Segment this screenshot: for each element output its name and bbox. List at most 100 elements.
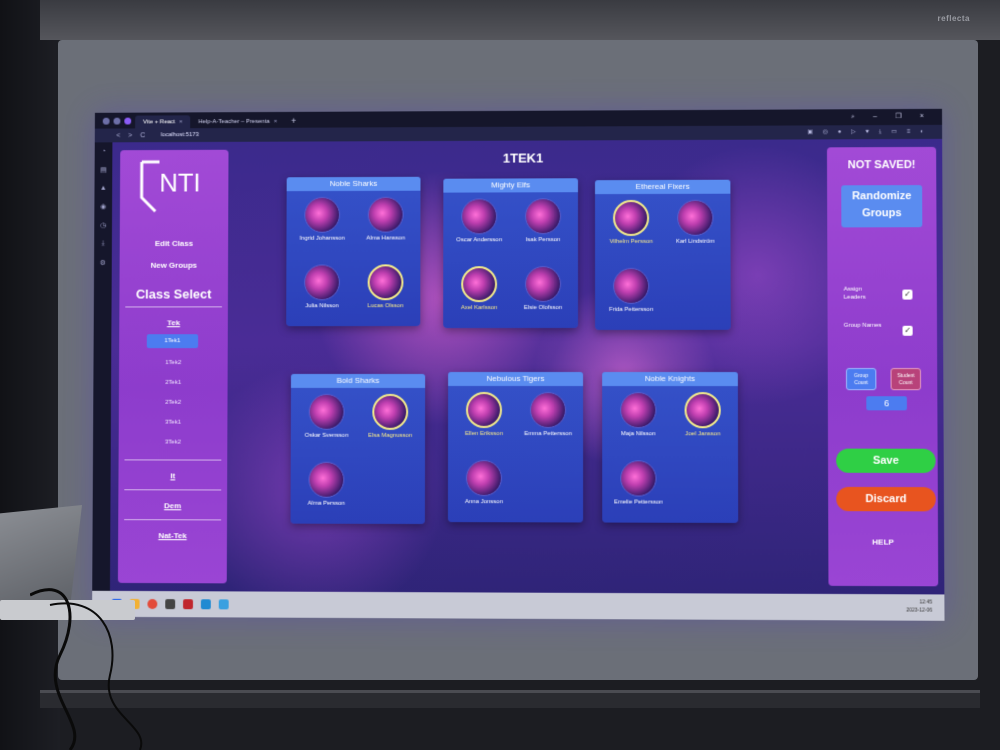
student-name: Axel Karlsson [460,305,498,312]
randomize-label: Groups [861,207,902,220]
student[interactable]: Alma Hansson [356,196,416,242]
student[interactable]: Ingrid Johansson [292,196,352,242]
student-name: Ellen Eriksson [464,430,503,438]
class-group-nat-tek[interactable]: Nat-Tek [118,531,227,540]
back-button[interactable]: < [116,132,120,139]
browser-workspace-icon[interactable] [113,117,121,125]
group-card[interactable]: Ethereal Fixers Vilhelm Persson Karl Linds… [594,179,731,330]
browser-extension-icon[interactable] [124,117,132,125]
class-group-it[interactable]: It [118,471,227,480]
count-input[interactable]: 6 [866,396,907,411]
settings-icon[interactable]: ⚙ [100,259,106,267]
edit-class-link[interactable]: Edit Class [120,239,228,248]
group-card[interactable]: Mighty Elfs Oscar Andersson Isak Persson Ax… [443,178,579,329]
screen-brand: reflecta [937,14,970,23]
avatar [372,393,409,430]
class-item-1tek1[interactable]: 1Tek1 [146,334,199,349]
group-name[interactable]: Ethereal Fixers [594,179,731,195]
close-icon[interactable]: × [179,119,182,125]
triangle-icon[interactable]: ▲ [100,185,107,192]
person-icon[interactable]: ◉ [100,203,106,211]
randomize-label: Randomize [852,190,912,203]
student[interactable]: Elsie Olofsson [513,266,573,311]
system-tray[interactable]: 12:45 2023-12-06 [906,598,932,614]
student-name: Ingrid Johansson [299,235,345,242]
discard-button[interactable]: Discard [836,486,936,512]
avatar [677,199,714,236]
class-item-2tek2[interactable]: 2Tek2 [119,400,228,406]
class-item-3tek1[interactable]: 3Tek1 [119,420,228,426]
tab-vite-react[interactable]: Vite + React × [135,115,191,129]
class-group-dem[interactable]: Dem [118,501,227,510]
student[interactable]: Karl Lindström [665,199,725,245]
student[interactable]: Isak Persson [513,198,573,243]
group-card[interactable]: Bold Sharks Oskar Svensson Elsa Magnusson A… [290,373,426,525]
group-name[interactable]: Noble Sharks [286,176,421,192]
student[interactable]: Anna Jonsson [454,460,514,505]
student[interactable]: Emelie Pettersson [608,460,668,506]
download-icon[interactable]: ⤓ [101,240,104,248]
group-name[interactable]: Noble Knights [602,372,738,387]
class-item-1tek2[interactable]: 1Tek2 [119,360,228,366]
student-name: Oskar Svensson [304,432,349,439]
close-icon[interactable]: × [274,118,277,124]
avatar [465,391,502,429]
cable [30,588,143,750]
student-leader[interactable]: Elsa Magnusson [360,393,420,439]
student-name: Joel Jansson [685,431,721,438]
student[interactable]: Alma Persson [297,461,357,507]
assign-leaders-checkbox[interactable]: ✓ [902,289,913,300]
dashboard-icon[interactable]: ◔ [101,148,105,155]
group-names-checkbox[interactable]: ✓ [902,325,913,336]
save-status: NOT SAVED! [847,159,916,172]
student-name: Maja Nilsson [621,431,656,438]
student[interactable]: Maja Nilsson [608,392,668,437]
student[interactable]: Emma Pettersson [518,392,578,437]
page-title: 1TEK1 [502,150,544,166]
group-card[interactable]: Noble Sharks Ingrid Johansson Alma Hansson… [286,176,421,327]
student-name: Alma Persson [307,500,345,507]
forward-button[interactable]: > [128,132,132,139]
new-groups-link[interactable]: New Groups [120,261,228,270]
student[interactable]: Frida Pettersson [601,267,661,313]
student-leader[interactable]: Joel Jansson [672,392,733,437]
extension-icons[interactable]: ▣ ◎ ● ▷ ♥ ⤓ ▭ ≡ ◐ [807,128,928,137]
class-item-2tek1[interactable]: 2Tek1 [119,380,228,386]
tab-label: Help-A-Teacher – Presenta [198,118,270,125]
class-item-3tek2[interactable]: 3Tek2 [119,439,228,446]
group-name[interactable]: Bold Sharks [290,373,426,388]
help-link[interactable]: HELP [828,537,938,546]
tab-label: Vite + React [142,118,176,125]
student-leader[interactable]: Vilhelm Persson [601,199,661,245]
new-tab-button[interactable]: + [291,116,296,126]
group-count-toggle[interactable]: Group Count [845,368,877,391]
left-sidebar: NTI Edit Class New Groups Class Select T… [117,149,229,584]
student-name: Emelie Pettersson [613,499,663,506]
reload-button[interactable]: C [140,132,145,139]
tab-help-a-teacher[interactable]: Help-A-Teacher – Presenta × [190,115,285,128]
student-count-toggle[interactable]: Student Count [890,368,922,391]
nti-logo: NTI [134,158,201,218]
divider [124,489,222,491]
history-icon[interactable]: ◷ [100,221,106,229]
class-select-title: Class Select [135,286,212,302]
group-card[interactable]: Noble Knights Maja Nilsson Joel Jansson Eme… [602,372,739,523]
group-name[interactable]: Nebulous Tigers [448,371,584,387]
student-leader[interactable]: Lucas Olsson [356,264,416,309]
student-name: Emma Pettersson [524,431,572,438]
group-card[interactable]: Nebulous Tigers Ellen Eriksson Emma Petter… [447,371,584,523]
class-group-tek[interactable]: Tek [119,318,228,327]
save-button[interactable]: Save [836,448,936,473]
student[interactable]: Oscar Andersson [449,198,509,243]
briefcase-icon[interactable]: ▤ [100,166,107,174]
group-name[interactable]: Mighty Elfs [443,178,578,193]
window-controls[interactable]: ⌕ – ❐ × [851,112,932,121]
student[interactable]: Julia Nilsson [292,264,352,309]
student-leader[interactable]: Ellen Eriksson [454,391,514,438]
student-leader[interactable]: Axel Karlsson [449,266,509,311]
browser-profile-icon[interactable] [102,117,110,125]
url-field[interactable]: localhost:5173 [161,132,199,138]
randomize-groups-button[interactable]: Randomize Groups [841,185,923,228]
student[interactable]: Oskar Svensson [297,393,357,439]
avatar [465,460,502,497]
